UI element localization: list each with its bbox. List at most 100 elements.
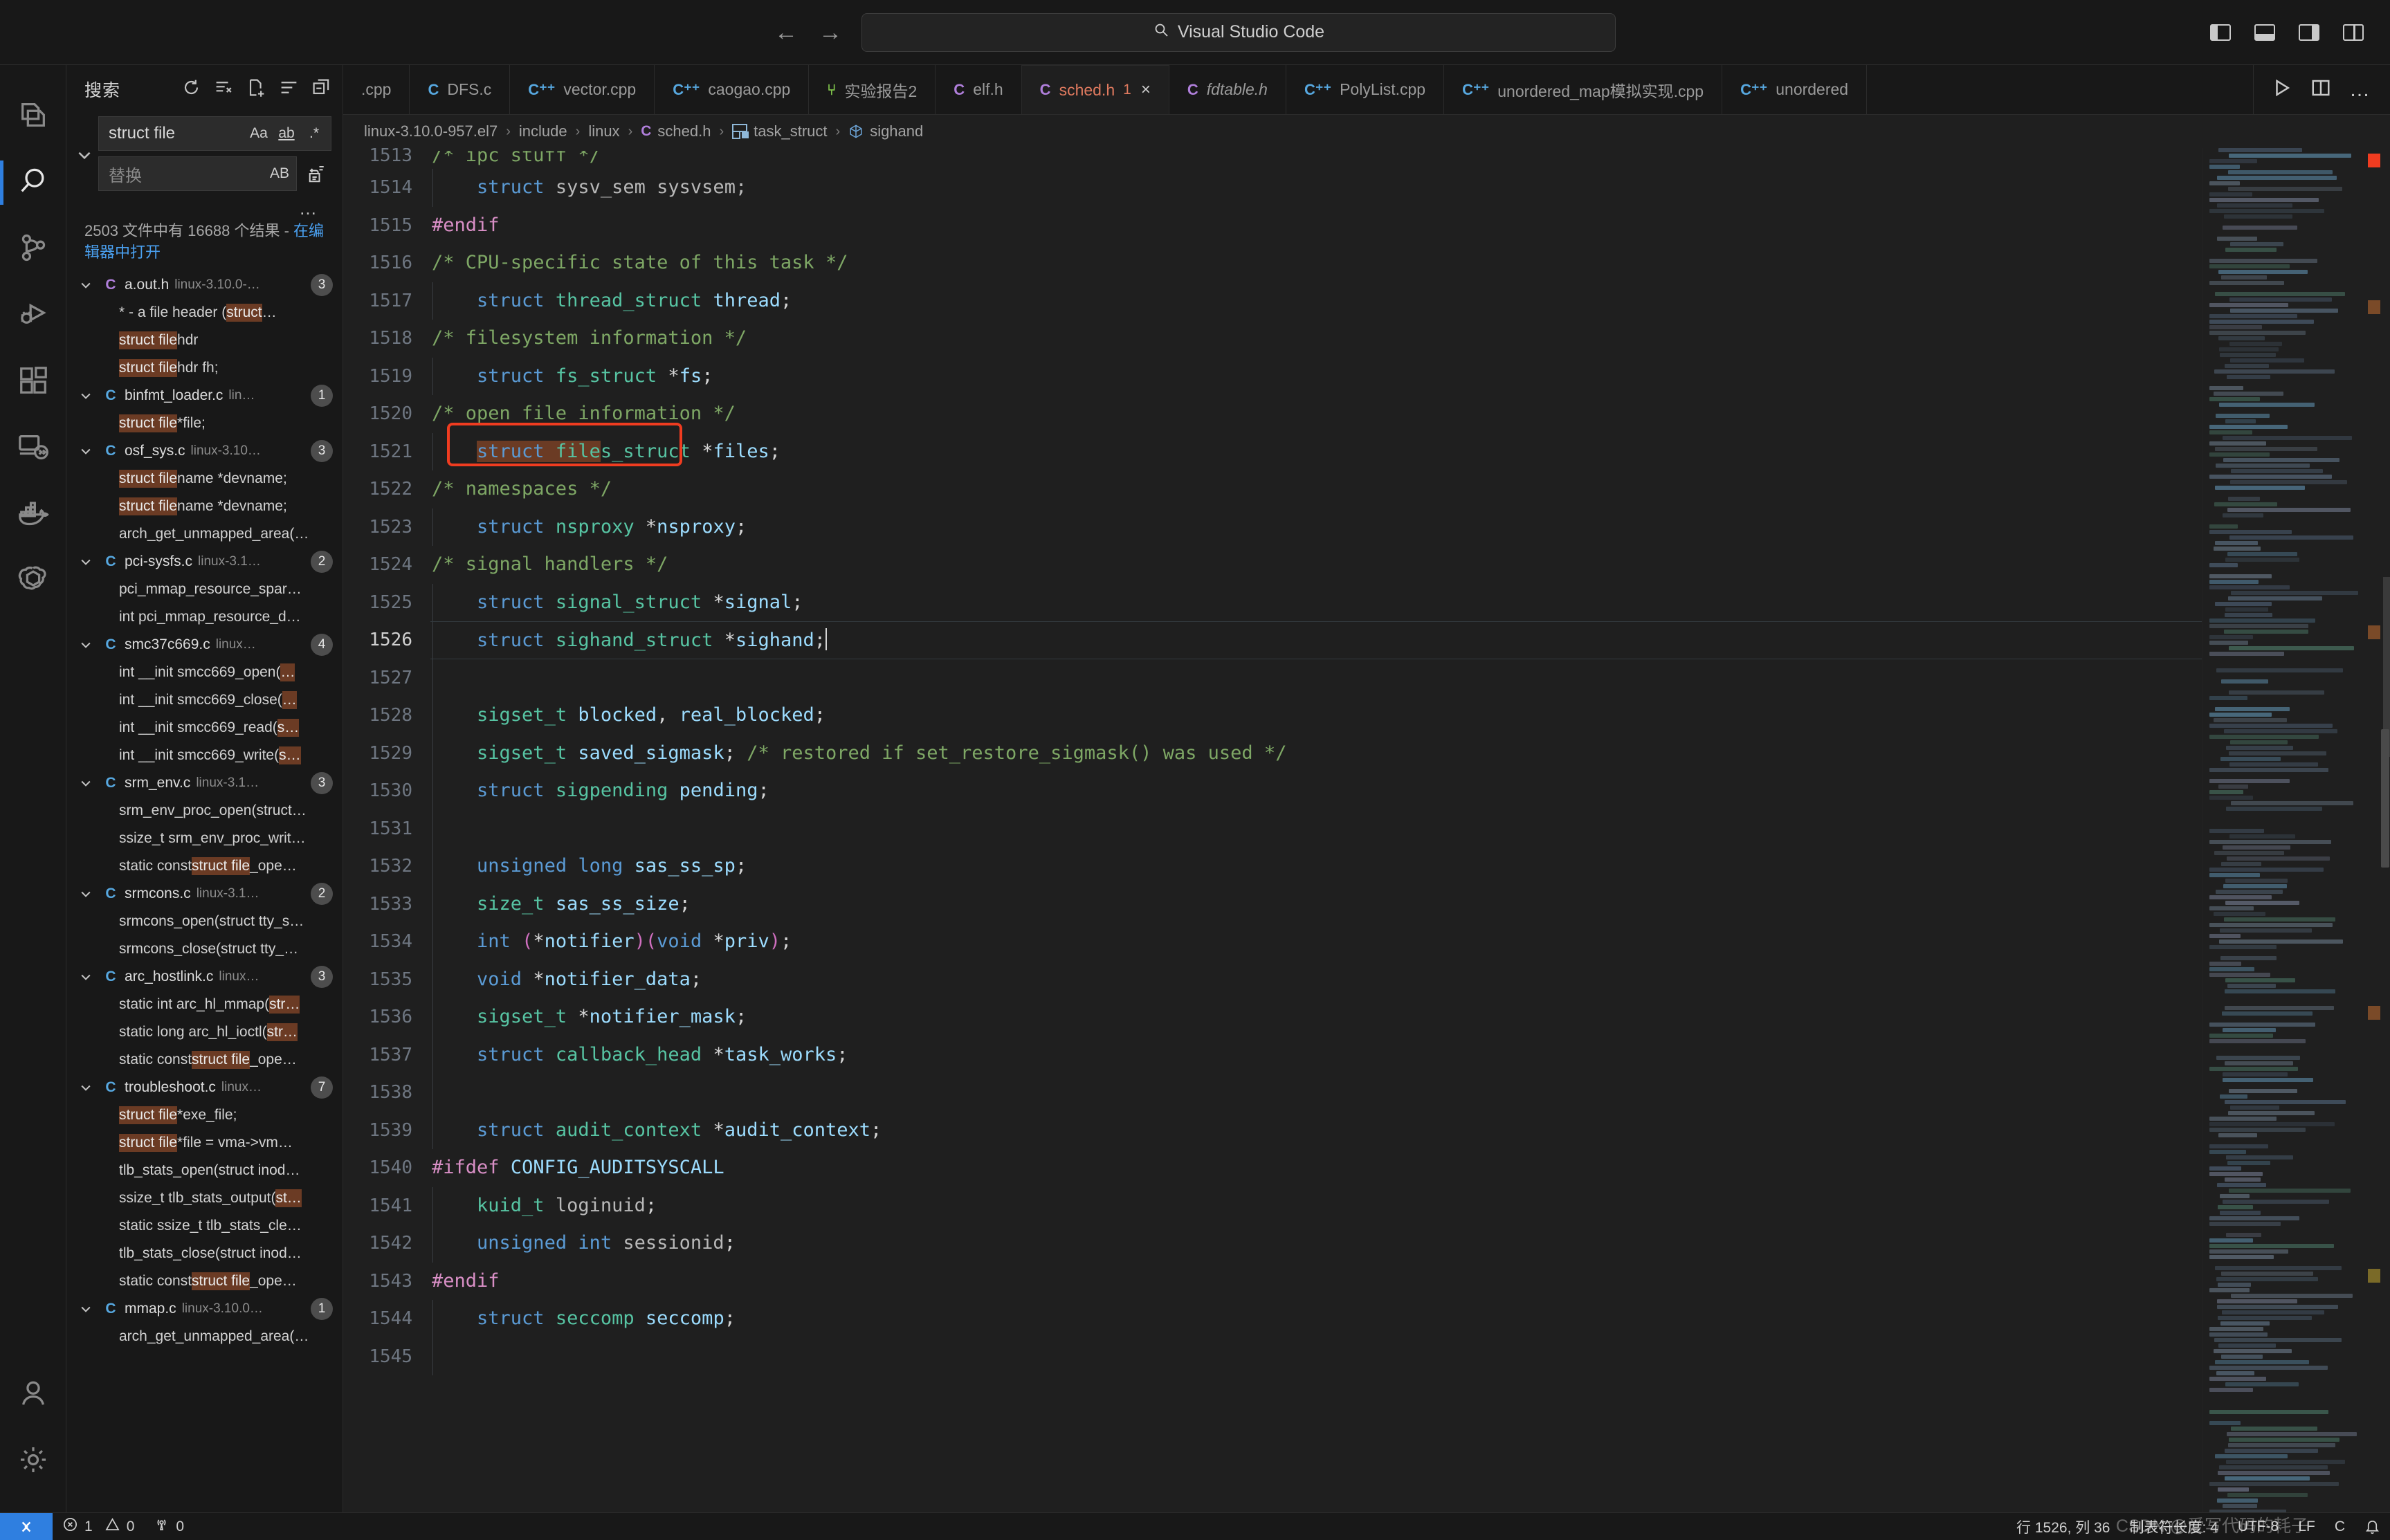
search-result-match[interactable]: struct file *exe_file; bbox=[66, 1101, 343, 1129]
search-result-file[interactable]: Cosf_sys.c linux-3.10… 3 bbox=[66, 437, 343, 465]
activitybar-item-search[interactable] bbox=[0, 149, 66, 216]
preserve-case-toggle[interactable]: AB bbox=[270, 162, 289, 185]
search-result-match[interactable]: int __init smcc669_write( s… bbox=[66, 742, 343, 769]
search-result-file[interactable]: Cmmap.c linux-3.10.0… 1 bbox=[66, 1295, 343, 1323]
search-result-file[interactable]: Carc_hostlink.c linux… 3 bbox=[66, 963, 343, 991]
code-line[interactable]: struct audit_context *audit_context; bbox=[430, 1111, 2202, 1149]
activitybar-item-explorer[interactable] bbox=[0, 83, 66, 149]
editor-tab-10[interactable]: C⁺⁺ unordered bbox=[1722, 65, 1868, 114]
code-line[interactable]: sigset_t saved_sigmask; /* restored if s… bbox=[430, 734, 2202, 772]
toggle-primary-sidebar-icon[interactable] bbox=[2210, 24, 2231, 41]
problems-status[interactable]: 1 0 bbox=[53, 1513, 144, 1540]
code-line[interactable] bbox=[430, 809, 2202, 847]
search-result-match[interactable]: static long arc_hl_ioctl(str… bbox=[66, 1018, 343, 1046]
code-line[interactable] bbox=[430, 1337, 2202, 1375]
search-result-match[interactable]: pci_mmap_resource_spar… bbox=[66, 576, 343, 603]
bell-icon[interactable] bbox=[2355, 1513, 2390, 1540]
chevron-down-icon[interactable] bbox=[79, 776, 97, 790]
search-result-file[interactable]: Csmc37c669.c linux… 4 bbox=[66, 631, 343, 659]
search-result-match[interactable]: srmcons_open(struct tty_s… bbox=[66, 908, 343, 935]
breadcrumb-item-3[interactable]: Csched.h bbox=[641, 122, 711, 140]
chevron-down-icon[interactable] bbox=[79, 1081, 97, 1094]
code-line[interactable]: struct sighand_struct *sighand; bbox=[430, 621, 2202, 659]
editor-tab-6[interactable]: Csched.h 1 × bbox=[1021, 65, 1169, 114]
split-editor-icon[interactable] bbox=[2310, 77, 2331, 102]
editor-tab-9[interactable]: C⁺⁺ unordered_map模拟实现.cpp bbox=[1444, 65, 1723, 114]
editor-scrollbar[interactable] bbox=[2380, 148, 2390, 1512]
editor-tab-3[interactable]: C⁺⁺ caogao.cpp bbox=[655, 65, 810, 114]
arrow-right-icon[interactable]: → bbox=[819, 21, 842, 44]
search-result-match[interactable]: static int arc_hl_mmap(str… bbox=[66, 991, 343, 1018]
activitybar-item-extensions[interactable] bbox=[0, 349, 66, 415]
chevron-down-icon[interactable] bbox=[79, 887, 97, 901]
chevron-down-icon[interactable] bbox=[79, 389, 97, 403]
search-result-match[interactable]: int __init smcc669_close( … bbox=[66, 686, 343, 714]
code-line[interactable]: /* filesystem information */ bbox=[430, 320, 2202, 358]
activitybar-item-accounts[interactable] bbox=[0, 1362, 66, 1428]
refresh-icon[interactable] bbox=[181, 77, 201, 101]
code-line[interactable]: sigset_t blocked, real_blocked; bbox=[430, 697, 2202, 735]
search-result-match[interactable]: static ssize_t tlb_stats_cle… bbox=[66, 1212, 343, 1240]
editor-tab-2[interactable]: C⁺⁺ vector.cpp bbox=[510, 65, 655, 114]
search-result-match[interactable]: srm_env_proc_open(struct… bbox=[66, 797, 343, 825]
breadcrumb[interactable]: linux-3.10.0-957.el7 › include › linux › Csche… bbox=[343, 115, 2390, 148]
search-result-match[interactable]: struct file *file; bbox=[66, 410, 343, 437]
code-line[interactable]: unsigned long sas_ss_sp; bbox=[430, 847, 2202, 886]
encoding-status[interactable]: UTF-8 bbox=[2228, 1513, 2289, 1540]
code-line[interactable]: int (*notifier)(void *priv); bbox=[430, 923, 2202, 961]
search-details-toggle[interactable]: … bbox=[98, 196, 331, 219]
more-actions-icon[interactable]: … bbox=[2349, 79, 2372, 100]
editor-tab-8[interactable]: C⁺⁺ PolyList.cpp bbox=[1286, 65, 1445, 114]
activitybar-item-settings[interactable] bbox=[0, 1428, 66, 1494]
code-line[interactable]: struct seccomp seccomp; bbox=[430, 1300, 2202, 1338]
code-line[interactable]: struct fs_struct *fs; bbox=[430, 357, 2202, 395]
search-result-match[interactable]: * - a file header (struct … bbox=[66, 299, 343, 327]
code-line[interactable]: #endif bbox=[430, 1263, 2202, 1301]
ports-status[interactable]: 0 bbox=[144, 1513, 194, 1540]
search-result-match[interactable]: arch_get_unmapped_area(… bbox=[66, 520, 343, 548]
search-result-match[interactable]: arch_get_unmapped_area(… bbox=[66, 1323, 343, 1350]
code-line[interactable]: /* open file information */ bbox=[430, 395, 2202, 433]
remote-window-indicator[interactable] bbox=[0, 1512, 53, 1540]
code-line[interactable]: /* namespaces */ bbox=[430, 470, 2202, 508]
search-result-file[interactable]: Cpci-sysfs.c linux-3.1… 2 bbox=[66, 548, 343, 576]
clear-results-icon[interactable] bbox=[214, 77, 234, 101]
code-line[interactable]: kuid_t loginuid; bbox=[430, 1186, 2202, 1225]
search-result-file[interactable]: Ca.out.h linux-3.10.0-… 3 bbox=[66, 271, 343, 299]
search-result-file[interactable]: Csrm_env.c linux-3.1… 3 bbox=[66, 769, 343, 797]
code-line[interactable]: struct callback_head *task_works; bbox=[430, 1036, 2202, 1074]
code-line[interactable]: sigset_t *notifier_mask; bbox=[430, 998, 2202, 1036]
chevron-down-icon[interactable] bbox=[79, 1302, 97, 1316]
search-result-file[interactable]: Cbinfmt_loader.c lin… 1 bbox=[66, 382, 343, 410]
breadcrumb-item-0[interactable]: linux-3.10.0-957.el7 bbox=[364, 122, 498, 140]
toggle-replace-button[interactable] bbox=[71, 116, 98, 194]
regex-toggle[interactable]: .* bbox=[304, 122, 324, 145]
chevron-down-icon[interactable] bbox=[79, 444, 97, 458]
chevron-down-icon[interactable] bbox=[79, 970, 97, 984]
breadcrumb-item-2[interactable]: linux bbox=[588, 122, 619, 140]
code-editor[interactable]: 1513 1514 1515 1516 1517 1518 1519 1520 1521 1522… bbox=[343, 148, 2390, 1512]
search-result-match[interactable]: struct file name *devname; bbox=[66, 465, 343, 493]
run-icon[interactable] bbox=[2272, 77, 2292, 102]
code-line[interactable]: /* signal handlers */ bbox=[430, 546, 2202, 584]
search-result-match[interactable]: int __init smcc669_read( s… bbox=[66, 714, 343, 742]
editor-tab-4[interactable]: ⑂ 实验报告2 bbox=[809, 65, 936, 114]
code-line[interactable] bbox=[430, 1074, 2202, 1112]
code-line[interactable]: unsigned int sessionid; bbox=[430, 1225, 2202, 1263]
editor-tab-0[interactable]: .cpp bbox=[343, 65, 410, 114]
cursor-position-status[interactable]: 行 1526, 列 36 bbox=[2007, 1513, 2119, 1540]
code-line[interactable]: /* CPU-specific state of this task */ bbox=[430, 244, 2202, 282]
search-result-match[interactable]: srmcons_close(struct tty_… bbox=[66, 935, 343, 963]
search-result-file[interactable]: Ctroubleshoot.c linux… 7 bbox=[66, 1074, 343, 1101]
arrow-left-icon[interactable]: ← bbox=[774, 21, 798, 44]
open-new-editor-icon[interactable] bbox=[246, 77, 266, 101]
replace-all-icon[interactable] bbox=[304, 160, 331, 187]
search-result-match[interactable]: tlb_stats_open(struct inod… bbox=[66, 1157, 343, 1184]
code-line[interactable]: struct sysv_sem sysvsem; bbox=[430, 169, 2202, 207]
code-line[interactable]: #ifdef CONFIG_AUDITSYSCALL bbox=[430, 1149, 2202, 1187]
editor-tab-1[interactable]: C DFS.c bbox=[410, 65, 511, 114]
close-icon[interactable]: × bbox=[1141, 80, 1151, 100]
code-line[interactable]: struct nsproxy *nsproxy; bbox=[430, 508, 2202, 546]
editor-tab-7[interactable]: Cfdtable.h bbox=[1169, 65, 1286, 114]
search-result-match[interactable]: ssize_t tlb_stats_output(st… bbox=[66, 1184, 343, 1212]
